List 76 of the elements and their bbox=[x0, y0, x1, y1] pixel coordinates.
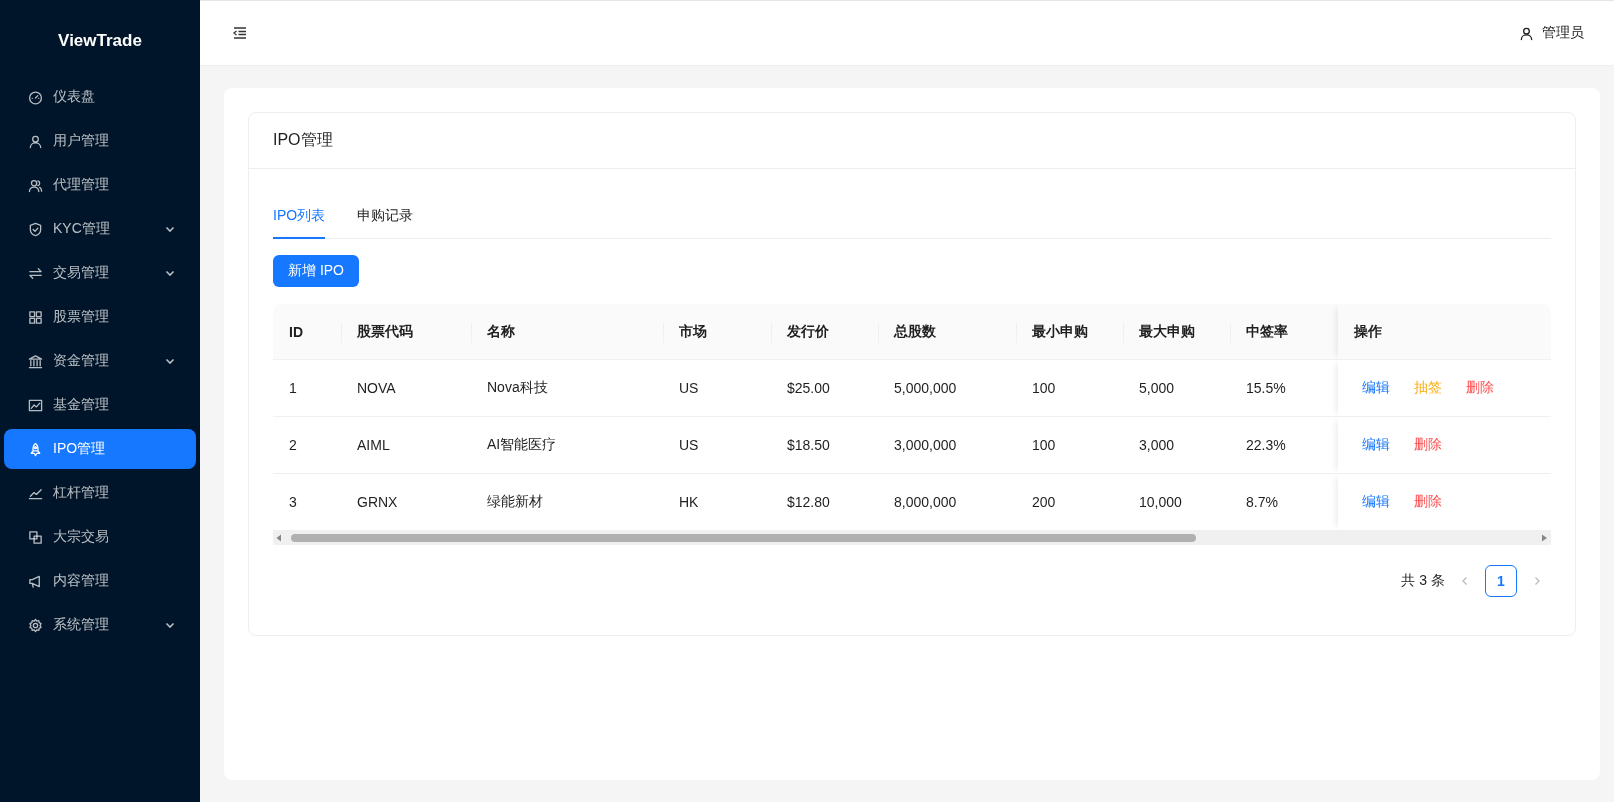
total-count: 共 3 条 bbox=[1401, 572, 1445, 590]
table-cell: US bbox=[679, 437, 699, 453]
table-cell: AI智能医疗 bbox=[487, 436, 557, 454]
table-cell: 100 bbox=[1032, 380, 1056, 396]
table-cell: GRNX bbox=[357, 494, 398, 510]
table-cell: $25.00 bbox=[787, 380, 830, 396]
column-header: 最小申购 bbox=[1016, 304, 1123, 360]
table-cell: 2 bbox=[289, 437, 297, 453]
column-header: 操作 bbox=[1338, 304, 1551, 360]
table-cell: 绿能新材 bbox=[487, 493, 543, 511]
horizontal-scrollbar[interactable] bbox=[273, 531, 1551, 545]
sidebar-item[interactable]: 基金管理 bbox=[4, 385, 196, 425]
sidebar-item[interactable]: 系统管理 bbox=[4, 605, 196, 645]
sidebar-item[interactable]: 资金管理 bbox=[4, 341, 196, 381]
column-header: 股票代码 bbox=[341, 304, 471, 360]
table-cell: NOVA bbox=[357, 380, 396, 396]
sidebar-item[interactable]: 股票管理 bbox=[4, 297, 196, 337]
table-cell: 3 bbox=[289, 494, 297, 510]
table-cell: 22.3% bbox=[1246, 437, 1286, 453]
megaphone-icon bbox=[28, 573, 43, 589]
edit-link[interactable]: 编辑 bbox=[1362, 493, 1390, 511]
column-header: 最大申购 bbox=[1123, 304, 1230, 360]
table-cell: 8,000,000 bbox=[894, 494, 957, 510]
dashboard-icon bbox=[28, 89, 43, 105]
user-icon bbox=[1519, 25, 1534, 41]
page-number[interactable]: 1 bbox=[1485, 565, 1517, 597]
column-header: 名称 bbox=[471, 304, 663, 360]
table-cell: 200 bbox=[1032, 494, 1056, 510]
chart-icon bbox=[28, 397, 43, 413]
column-header: 总股数 bbox=[878, 304, 1016, 360]
rocket-icon bbox=[28, 441, 43, 457]
edit-link[interactable]: 编辑 bbox=[1362, 436, 1390, 454]
users-icon bbox=[28, 177, 43, 193]
column-header: ID bbox=[273, 304, 341, 360]
table-cell: 10,000 bbox=[1139, 494, 1182, 510]
sidebar-item[interactable]: 杠杆管理 bbox=[4, 473, 196, 513]
edit-link[interactable]: 编辑 bbox=[1362, 379, 1390, 397]
bank-icon bbox=[28, 353, 43, 369]
sidebar-item[interactable]: IPO管理 bbox=[4, 429, 196, 469]
table-cell: 100 bbox=[1032, 437, 1056, 453]
table-cell: Nova科技 bbox=[487, 379, 548, 397]
user-name[interactable]: 管理员 bbox=[1542, 24, 1584, 42]
add-ipo-button[interactable]: 新增 IPO bbox=[273, 255, 359, 287]
table-cell: HK bbox=[679, 494, 699, 510]
table-cell: AIML bbox=[357, 437, 390, 453]
sidebar-item[interactable]: 大宗交易 bbox=[4, 517, 196, 557]
column-header: 中签率 bbox=[1230, 304, 1327, 360]
sidebar-item[interactable]: 仪表盘 bbox=[4, 77, 196, 117]
swap-icon bbox=[28, 265, 43, 281]
table-cell: 15.5% bbox=[1246, 380, 1286, 396]
tab[interactable]: 申购记录 bbox=[357, 195, 414, 239]
table-cell: US bbox=[679, 380, 699, 396]
table-cell: 1 bbox=[289, 380, 297, 396]
sidebar-item[interactable]: 用户管理 bbox=[4, 121, 196, 161]
grid-icon bbox=[28, 309, 43, 325]
table-cell: 5,000,000 bbox=[894, 380, 957, 396]
gear-icon bbox=[28, 617, 43, 633]
shield-icon bbox=[28, 221, 43, 237]
card-title: IPO管理 bbox=[273, 130, 333, 150]
table-cell: 8.7% bbox=[1246, 494, 1278, 510]
tab[interactable]: IPO列表 bbox=[273, 195, 326, 239]
blocks-icon bbox=[28, 529, 43, 545]
user-icon bbox=[28, 133, 43, 149]
column-header: 市场 bbox=[663, 304, 771, 360]
sidebar-item[interactable]: 内容管理 bbox=[4, 561, 196, 601]
table-cell: 3,000,000 bbox=[894, 437, 957, 453]
table-cell: 5,000 bbox=[1139, 380, 1175, 396]
table-cell: $12.80 bbox=[787, 494, 830, 510]
table-cell: 3,000 bbox=[1139, 437, 1175, 453]
app-logo: ViewTrade bbox=[58, 31, 142, 51]
table-cell: $18.50 bbox=[787, 437, 830, 453]
sidebar-item[interactable]: 代理管理 bbox=[4, 165, 196, 205]
sidebar-item[interactable]: KYC管理 bbox=[4, 209, 196, 249]
column-header: 发行价 bbox=[771, 304, 878, 360]
menu-icon[interactable] bbox=[232, 25, 248, 41]
sidebar-item[interactable]: 交易管理 bbox=[4, 253, 196, 293]
